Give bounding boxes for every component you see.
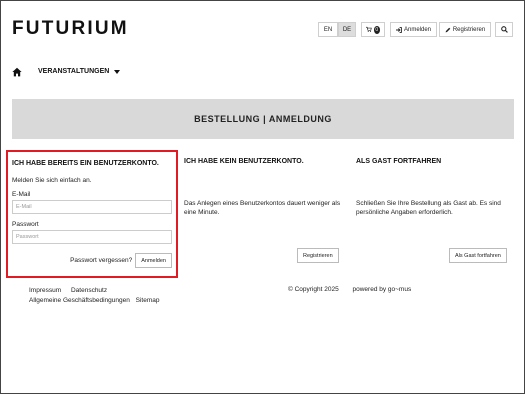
login-label: Anmelden (403, 26, 432, 33)
home-icon[interactable] (12, 67, 22, 77)
footer-info: © Copyright 2025 powered by go~mus (288, 286, 423, 293)
footer-sitemap-link[interactable]: Sitemap (136, 297, 160, 304)
footer-links: Impressum Datenschutz Allgemeine Geschäf… (29, 286, 168, 306)
footer-impressum-link[interactable]: Impressum (29, 287, 61, 294)
register-button[interactable]: Registrieren (439, 22, 491, 37)
page-title: BESTELLUNG | ANMELDUNG (194, 114, 332, 124)
login-heading: ICH HABE BEREITS EIN BENUTZERKONTO. (12, 160, 159, 167)
nav-events[interactable]: VERANSTALTUNGEN (38, 68, 121, 75)
caret-down-icon (114, 69, 121, 74)
register-section: ICH HABE KEIN BENUTZERKONTO. Das Anlegen… (184, 150, 344, 263)
cart-count-badge: 0 (373, 25, 380, 34)
password-field[interactable]: Passwort (12, 230, 172, 244)
footer-powered-by[interactable]: powered by go~mus (353, 286, 412, 293)
logo[interactable]: FUTURIUM (12, 18, 129, 40)
login-intro: Melden Sie sich einfach an. (12, 177, 92, 184)
sign-in-icon (395, 26, 402, 33)
pencil-icon (445, 27, 451, 32)
login-actions: Passwort vergessen? Anmelden (12, 253, 172, 268)
nav-events-label: VERANSTALTUNGEN (38, 68, 110, 75)
search-icon (500, 26, 508, 33)
page-banner: BESTELLUNG | ANMELDUNG (12, 99, 514, 139)
email-label: E-Mail (12, 191, 31, 198)
password-label: Passwort (12, 221, 39, 228)
login-button[interactable]: Anmelden (390, 22, 437, 37)
lang-en-button[interactable]: EN (318, 22, 338, 37)
lang-de-button[interactable]: DE (338, 22, 356, 37)
email-field[interactable]: E-Mail (12, 200, 172, 214)
footer-copyright: © Copyright 2025 (288, 286, 339, 293)
guest-heading: ALS GAST FORTFAHREN (356, 158, 442, 165)
guest-description: Schließen Sie Ihre Bestellung als Gast a… (356, 200, 501, 216)
cart-icon (366, 26, 372, 32)
register-label: Registrieren (452, 26, 486, 33)
register-description: Das Anlegen eines Benutzerkontos dauert … (184, 200, 341, 216)
guest-checkout-button[interactable]: Als Gast fortfahren (449, 248, 507, 263)
register-section-button[interactable]: Registrieren (297, 248, 339, 263)
footer-terms-link[interactable]: Allgemeine Geschäftsbedingungen (29, 297, 130, 304)
submit-login-button[interactable]: Anmelden (135, 253, 172, 268)
footer-privacy-link[interactable]: Datenschutz (71, 287, 107, 294)
login-section: ICH HABE BEREITS EIN BENUTZERKONTO. Meld… (6, 150, 178, 278)
search-button[interactable] (495, 22, 513, 37)
register-heading: ICH HABE KEIN BENUTZERKONTO. (184, 158, 304, 165)
guest-section: ALS GAST FORTFAHREN Schließen Sie Ihre B… (356, 150, 516, 263)
cart-button[interactable]: 0 (361, 22, 385, 37)
forgot-password-link[interactable]: Passwort vergessen? (70, 257, 132, 264)
